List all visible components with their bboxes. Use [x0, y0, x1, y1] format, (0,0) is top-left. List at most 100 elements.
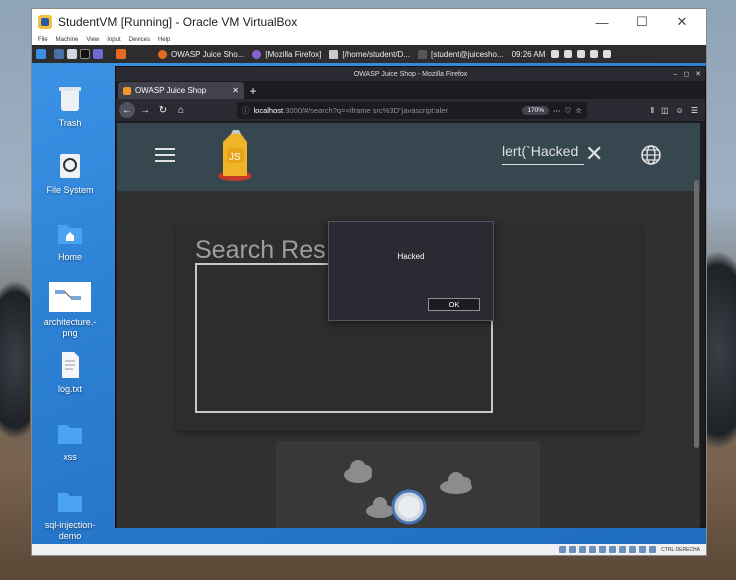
reload-button[interactable]: ↻: [155, 102, 171, 118]
juice-shop-logo[interactable]: JS: [215, 128, 255, 183]
navigation-toolbar: ← → ↻ ⌂ ⓘ localhost:3000/#/search?q=<ifr…: [116, 99, 705, 121]
tab-juice-shop[interactable]: OWASP Juice Shop ✕: [118, 82, 244, 99]
account-icon[interactable]: ☺: [676, 106, 684, 115]
home-folder-icon: [58, 225, 82, 244]
forward-button[interactable]: →: [137, 102, 153, 118]
svg-text:JS: JS: [229, 152, 241, 163]
guest-desktop: OWASP Juice Sho... [Mozilla Firefox] [/h…: [32, 45, 706, 545]
tab-strip: OWASP Juice Shop ✕ +: [116, 81, 705, 99]
juice-shop-favicon: [123, 86, 131, 95]
firefox-icon: [252, 49, 262, 59]
app-menu-icon[interactable]: ☰: [691, 106, 698, 115]
power-icon[interactable]: [603, 50, 612, 58]
folder-icon: [329, 49, 339, 59]
firefox-window: OWASP Juice Shop - Mozilla Firefox – ◻ ✕…: [115, 66, 706, 528]
firefox-icon: [158, 49, 167, 59]
desktop-icon-log-txt[interactable]: log.txt: [38, 351, 102, 395]
bookmark-star-icon[interactable]: ☆: [575, 106, 582, 115]
globe-icon[interactable]: [640, 144, 662, 166]
optical-status-icon[interactable]: [569, 546, 577, 553]
audio-status-icon[interactable]: [579, 546, 587, 553]
minimize-button[interactable]: —: [582, 9, 622, 35]
desktop-icon-file-system[interactable]: File System: [38, 152, 102, 196]
pocket-icon[interactable]: ♡: [565, 106, 572, 115]
recording-status-icon[interactable]: [629, 546, 637, 553]
text-file-icon: [62, 352, 79, 378]
home-button[interactable]: ⌂: [173, 102, 189, 118]
firefox-launcher-icon[interactable]: [116, 49, 126, 59]
notification-icon[interactable]: [577, 50, 586, 58]
search-input[interactable]: lert(`Hacked: [502, 143, 584, 165]
network-icon[interactable]: [551, 50, 560, 58]
url-path: :3000/#/search?q=<iframe src%3D"javascri…: [283, 105, 448, 115]
applications-menu-button[interactable]: [32, 45, 50, 63]
keyboard-capture-icon[interactable]: [649, 546, 657, 553]
lock-icon[interactable]: [590, 50, 599, 58]
menu-devices[interactable]: Devices: [129, 37, 150, 43]
url-text: localhost:3000/#/search?q=<iframe src%3D…: [254, 106, 519, 115]
browser-launcher-icon[interactable]: [93, 49, 103, 59]
back-button[interactable]: ←: [119, 102, 135, 118]
ff-maximize-button[interactable]: ◻: [683, 70, 689, 78]
new-tab-button[interactable]: +: [244, 82, 262, 99]
virtualbox-menubar: File Machine View Input Devices Help: [32, 35, 706, 45]
close-button[interactable]: ✕: [662, 9, 702, 35]
shared-folders-icon[interactable]: [609, 546, 617, 553]
tab-close-icon[interactable]: ✕: [232, 86, 239, 95]
taskbar-item-terminal[interactable]: [student@juicesho...: [414, 45, 508, 63]
system-tray: [551, 50, 612, 58]
hamburger-menu-icon[interactable]: [155, 148, 175, 164]
url-host: localhost: [253, 105, 284, 115]
folder-icon: [58, 425, 82, 444]
search-results-title: Search Res: [195, 236, 326, 264]
menu-machine[interactable]: Machine: [56, 37, 79, 43]
launcher-buttons[interactable]: [50, 45, 130, 63]
close-search-icon[interactable]: ✕: [585, 143, 603, 165]
library-icon[interactable]: ‖: [651, 106, 654, 115]
panel-clock[interactable]: 09:26 AM: [512, 50, 546, 59]
no-results-card: [276, 441, 540, 528]
guest-top-panel: OWASP Juice Sho... [Mozilla Firefox] [/h…: [32, 45, 706, 63]
page-actions-icon[interactable]: ⋯: [553, 106, 561, 115]
desktop-icon-sql-injection-demo[interactable]: sql-injection-demo: [38, 487, 102, 542]
virtualbox-title: StudentVM [Running] - Oracle VM VirtualB…: [58, 15, 298, 29]
desktop-icon-xss[interactable]: xss: [38, 419, 102, 463]
volume-icon[interactable]: [564, 50, 573, 58]
sidebar-icon[interactable]: ◫: [661, 106, 669, 115]
ff-close-button[interactable]: ✕: [695, 70, 701, 78]
menu-input[interactable]: Input: [107, 37, 120, 43]
menu-file[interactable]: File: [38, 37, 48, 43]
console-launcher-icon[interactable]: [80, 49, 90, 59]
juice-shop-toolbar: JS lert(`Hacked ✕: [117, 123, 700, 191]
page-scrollbar[interactable]: [694, 180, 699, 448]
alert-ok-button[interactable]: OK: [428, 298, 480, 311]
network-status-icon[interactable]: [589, 546, 597, 553]
virtualbox-titlebar[interactable]: StudentVM [Running] - Oracle VM VirtualB…: [32, 9, 706, 35]
taskbar-item-firefox[interactable]: [Mozilla Firefox]: [248, 45, 325, 63]
terminal-launcher-icon[interactable]: [54, 49, 64, 59]
page-info-icon[interactable]: ⓘ: [242, 105, 250, 116]
maximize-button[interactable]: ☐: [622, 9, 662, 35]
virtualbox-window: StudentVM [Running] - Oracle VM VirtualB…: [31, 8, 707, 556]
trash-icon: [59, 87, 81, 111]
taskbar-item-juice-shop[interactable]: OWASP Juice Sho...: [154, 45, 248, 63]
menu-help[interactable]: Help: [158, 37, 170, 43]
firefox-titlebar[interactable]: OWASP Juice Shop - Mozilla Firefox – ◻ ✕: [116, 67, 705, 81]
files-launcher-icon[interactable]: [67, 49, 77, 59]
taskbar-item-file-manager[interactable]: [/home/student/D...: [325, 45, 414, 63]
desktop-icon-architecture-png[interactable]: architecture.-png: [38, 282, 102, 339]
ff-minimize-button[interactable]: –: [673, 71, 677, 78]
display-status-icon[interactable]: [619, 546, 627, 553]
url-bar[interactable]: ⓘ localhost:3000/#/search?q=<iframe src%…: [237, 101, 587, 119]
zoom-indicator[interactable]: 170%: [522, 105, 550, 115]
alert-dialog: Hacked OK: [328, 221, 494, 321]
mouse-integration-icon[interactable]: [639, 546, 647, 553]
usb-status-icon[interactable]: [599, 546, 607, 553]
hdd-status-icon[interactable]: [559, 546, 567, 553]
terminal-icon: [417, 49, 427, 59]
desktop-icon-home[interactable]: Home: [38, 219, 102, 263]
desktop-icon-trash[interactable]: Trash: [38, 85, 102, 129]
host-wallpaper-car-left: [0, 280, 30, 440]
image-thumbnail-icon: [49, 282, 91, 312]
menu-view[interactable]: View: [86, 37, 99, 43]
